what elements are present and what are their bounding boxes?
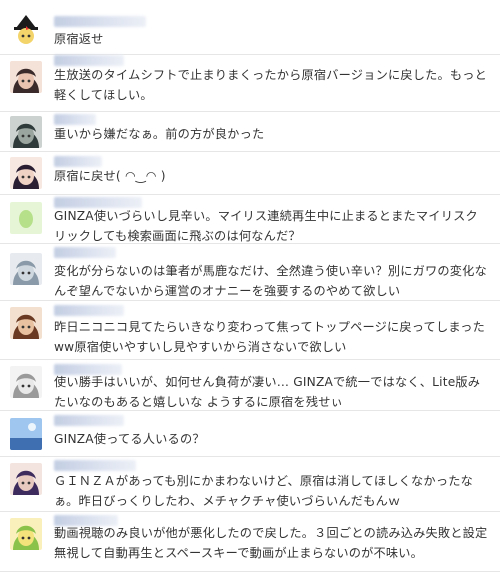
comment-text: 原宿に戻せ( ◠‿◠ ): [54, 169, 166, 183]
comment-text: 重いから嫌だなぁ。前の方が良かった: [54, 127, 265, 141]
comment-item: 昨日ニコニコ見てたらいきなり変わって焦ってトップページに戻ってしまったww原宿使…: [0, 301, 500, 360]
comment-text: 原宿返せ: [54, 32, 104, 46]
comment-text: ＧＩＮＺＡがあっても別にかまわないけど、原宿は消してほしくなかったなぁ。昨日びっ…: [54, 474, 473, 508]
glasses-girl-avatar-icon[interactable]: [10, 157, 42, 189]
mecha-avatar-icon[interactable]: [10, 253, 42, 285]
username-blurred[interactable]: [54, 305, 124, 316]
comment-item: GINZA使ってる人いるの？: [0, 411, 500, 457]
brown-hair-character-avatar-icon[interactable]: [10, 307, 42, 339]
comment-item: 原宿返せ: [0, 0, 500, 55]
username-blurred[interactable]: [54, 460, 136, 471]
comment-text: 昨日ニコニコ見てたらいきなり変わって焦ってトップページに戻ってしまったww原宿使…: [54, 320, 485, 354]
username-blurred[interactable]: [54, 247, 116, 258]
dark-hair-character-avatar-icon[interactable]: [10, 61, 42, 93]
comment-text: 生放送のタイムシフトで止まりまくったから原宿バージョンに戻した。もっと軽くしてほ…: [54, 68, 488, 102]
sketch-avatar-icon[interactable]: [10, 366, 42, 398]
comment-text: 動画視聴のみ良いが他が悪化したので戻した。３回ごとの読み込み失敗と設定無視して自…: [54, 526, 488, 560]
comment-text: 変化が分らないのは筆者が馬鹿なだけ、全然違う使い辛い？別にガワの変化なんぞ望んで…: [54, 264, 487, 298]
soldier-character-avatar-icon[interactable]: [10, 116, 42, 148]
default-egg-avatar-icon[interactable]: [10, 202, 42, 234]
fairy-character-avatar-icon[interactable]: [10, 518, 42, 550]
witch-character-avatar-icon[interactable]: [10, 14, 42, 46]
username-blurred[interactable]: [54, 415, 124, 426]
comment-item: 重いから嫌だなぁ。前の方が良かった: [0, 112, 500, 152]
comment-item: 動画視聴のみ良いが他が悪化したので戻した。３回ごとの読み込み失敗と設定無視して自…: [0, 512, 500, 572]
comment-item: 生放送のタイムシフトで止まりまくったから原宿バージョンに戻した。もっと軽くしてほ…: [0, 55, 500, 112]
comment-item: 変化が分らないのは筆者が馬鹿なだけ、全然違う使い辛い？別にガワの変化なんぞ望んで…: [0, 244, 500, 301]
comment-item: ＧＩＮＺＡがあっても別にかまわないけど、原宿は消してほしくなかったなぁ。昨日びっ…: [0, 457, 500, 512]
purple-hair-character-avatar-icon[interactable]: [10, 463, 42, 495]
comment-item: 原宿に戻せ( ◠‿◠ ): [0, 152, 500, 195]
comment-text: 使い勝手はいいが、如何せん負荷が凄い… GINZAで統一ではなく、Lite版みた…: [54, 375, 481, 409]
username-blurred[interactable]: [54, 16, 146, 27]
comment-item: 使い勝手はいいが、如何せん負荷が凄い… GINZAで統一ではなく、Lite版みた…: [0, 360, 500, 411]
comment-text: GINZA使いづらいし見辛い。マイリス連続再生中に止まるとまたマイリスクリックし…: [54, 209, 478, 243]
sky-avatar-icon[interactable]: [10, 418, 42, 450]
comment-text: GINZA使ってる人いるの？: [54, 432, 205, 446]
comment-item: GINZA使いづらいし見辛い。マイリス連続再生中に止まるとまたマイリスクリックし…: [0, 195, 500, 244]
